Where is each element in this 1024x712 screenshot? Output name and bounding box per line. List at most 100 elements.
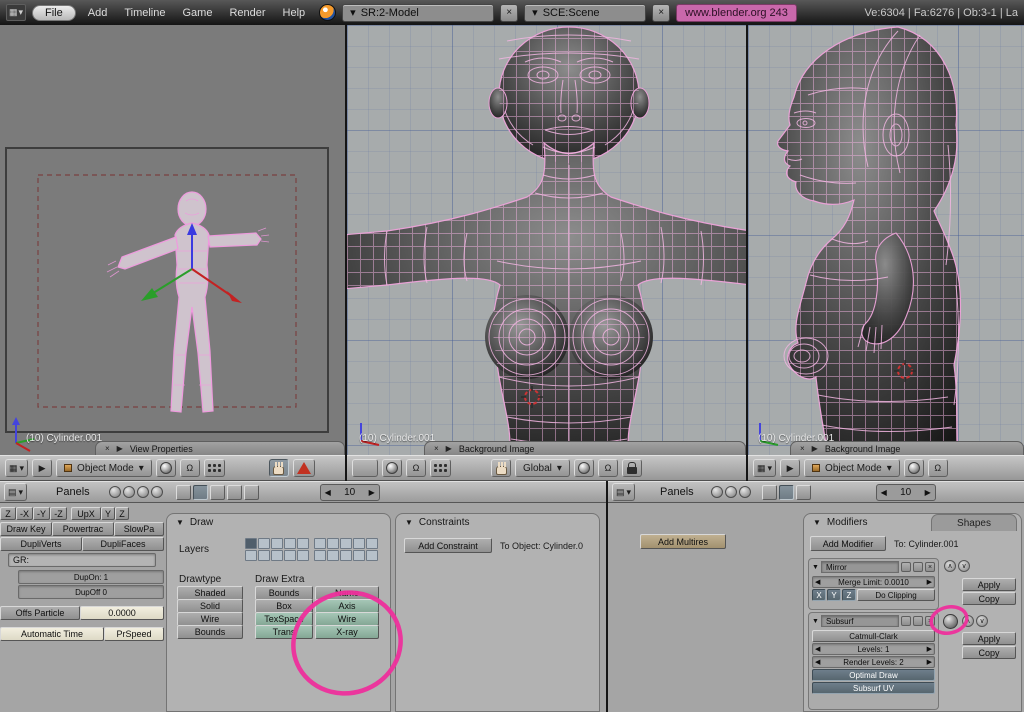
subcontext-icon-2[interactable] <box>192 484 208 500</box>
viewport-side[interactable]: (10) Cylinder.001 × ▶ Background Image <box>748 25 1024 455</box>
blender-org-link[interactable]: www.blender.org 243 <box>676 3 797 22</box>
pivot-button[interactable]: Ω <box>406 459 426 477</box>
powertrack-button[interactable]: Powertrac <box>52 522 114 536</box>
menu-expand-button[interactable]: ▶ <box>32 459 53 477</box>
decrement-icon[interactable]: ◀ <box>815 578 820 586</box>
frame-next-icon[interactable]: ▶ <box>921 488 935 497</box>
screen-close-button[interactable]: × <box>500 3 519 22</box>
editor-type-button[interactable]: ▤ ▾ <box>4 483 28 501</box>
mode-dropdown[interactable]: Object Mode ▾ <box>56 459 152 477</box>
pan-tool-button[interactable] <box>491 459 511 477</box>
mirror-copy-button[interactable]: Copy <box>962 592 1016 605</box>
context-world-icon[interactable] <box>738 486 751 498</box>
context-texture-icon[interactable] <box>150 486 163 498</box>
menu-add[interactable]: Add <box>88 7 108 19</box>
background-image-panel-tab[interactable]: × ▶ Background Image <box>790 441 1024 455</box>
lock-button[interactable] <box>621 459 642 477</box>
window-type-icon[interactable]: ▦ ▾ <box>6 4 26 21</box>
subcontext-icon-5[interactable] <box>243 484 259 500</box>
collapse-icon[interactable]: ▼ <box>176 518 184 527</box>
camera-view-canvas[interactable] <box>0 25 345 455</box>
editmode-toggle-icon[interactable] <box>913 562 923 572</box>
levels-field[interactable]: ◀ Levels: 1 ▶ <box>812 643 935 655</box>
mode-dropdown[interactable]: Object Mode ▾ <box>804 459 900 477</box>
viewport-front[interactable]: (10) Cylinder.001 × ▶ Background Image <box>347 25 746 455</box>
frame-stepper[interactable]: ◀ 10 ▶ <box>875 483 936 501</box>
automatic-time-button[interactable]: Automatic Time <box>0 627 104 641</box>
frame-next-icon[interactable]: ▶ <box>365 488 379 497</box>
subsurf-move-up-icon[interactable]: ∧ <box>962 615 974 627</box>
extra-trans-toggle[interactable]: Trans <box>255 625 313 639</box>
expand-icon[interactable]: ▶ <box>117 444 123 453</box>
close-icon[interactable]: × <box>800 444 805 453</box>
draw-key-button[interactable]: Draw Key <box>0 522 52 536</box>
extra-texspace-toggle[interactable]: TexSpace <box>255 612 313 626</box>
track-z-button[interactable]: Z <box>0 507 16 520</box>
frame-prev-icon[interactable]: ◀ <box>877 488 891 497</box>
frame-prev-icon[interactable]: ◀ <box>321 488 335 497</box>
context-material-icon[interactable] <box>122 486 135 498</box>
layers-widget[interactable] <box>203 459 225 477</box>
collapse-icon[interactable]: ▼ <box>812 564 819 571</box>
draw-mode-button[interactable] <box>903 459 924 477</box>
viewport-camera[interactable]: (10) Cylinder.001 × ▶ View Properties <box>0 25 345 455</box>
draw-mode-button[interactable] <box>382 459 402 477</box>
menu-expand-button[interactable]: ▶ <box>780 459 801 477</box>
snap-button[interactable] <box>573 459 594 477</box>
side-view-canvas[interactable] <box>748 25 1024 455</box>
subsurf-copy-button[interactable]: Copy <box>962 646 1016 659</box>
mirror-z-toggle[interactable]: Z <box>842 589 856 601</box>
duplifaces-button[interactable]: DupliFaces <box>82 537 164 551</box>
mirror-apply-button[interactable]: Apply <box>962 578 1016 591</box>
menu-help[interactable]: Help <box>283 7 306 19</box>
shapes-panel-tab[interactable]: Shapes <box>931 514 1017 531</box>
up-x-button[interactable]: UpX <box>71 507 101 520</box>
mirror-x-toggle[interactable]: X <box>812 589 826 601</box>
slow-parent-button[interactable]: SlowPa <box>114 522 164 536</box>
increment-icon[interactable]: ▶ <box>927 578 932 586</box>
decrement-icon[interactable]: ◀ <box>815 645 820 653</box>
editor-type-button[interactable]: ▦ ▾ <box>5 459 29 477</box>
collapse-icon[interactable]: ▼ <box>812 618 819 625</box>
extra-wire-toggle[interactable]: Wire <box>315 612 379 626</box>
subsurf-modifier-header[interactable]: ▼ Subsurf × <box>809 613 938 629</box>
layer-grid-2[interactable] <box>314 538 378 561</box>
editmode-toggle-icon[interactable] <box>913 616 923 626</box>
scene-selector[interactable]: ▾ SCE:Scene <box>524 3 647 22</box>
extra-bounds-dropdown[interactable]: Bounds <box>255 586 313 600</box>
mirror-move-down-icon[interactable]: ∨ <box>958 560 970 572</box>
extra-name-toggle[interactable]: Name <box>315 586 379 600</box>
pivot-button[interactable]: Ω <box>179 459 200 477</box>
close-icon[interactable]: × <box>434 444 439 453</box>
frame-stepper[interactable]: ◀ 10 ▶ <box>319 483 380 501</box>
track-negz-button[interactable]: -Z <box>50 507 67 520</box>
pivot-button[interactable]: Ω <box>927 459 948 477</box>
render-preview-button[interactable]: Ω <box>597 459 618 477</box>
render-toggle-icon[interactable] <box>901 562 911 572</box>
background-image-panel-tab[interactable]: × ▶ Background Image <box>424 441 746 455</box>
add-constraint-button[interactable]: Add Constraint <box>404 538 492 553</box>
offs-particle-toggle[interactable]: Offs Particle <box>0 606 80 620</box>
menu-render[interactable]: Render <box>229 7 265 19</box>
delete-modifier-icon[interactable]: × <box>925 616 935 626</box>
header-field[interactable] <box>352 459 378 477</box>
add-multires-button[interactable]: Add Multires <box>640 534 726 549</box>
drawtype-wire[interactable]: Wire <box>177 612 243 626</box>
offs-particle-value[interactable]: 0.0000 <box>80 606 164 620</box>
prspeed-button[interactable]: PrSpeed <box>104 627 164 641</box>
context-world-icon[interactable] <box>136 486 149 498</box>
transform-orientation-dropdown[interactable]: Global ▾ <box>515 459 570 477</box>
close-icon[interactable]: × <box>105 444 110 453</box>
subcontext-icon-3[interactable] <box>209 484 225 500</box>
group-field[interactable]: GR: <box>8 553 156 567</box>
merge-limit-field[interactable]: ◀ Merge Limit: 0.0010 ▶ <box>812 576 935 588</box>
editor-type-button[interactable]: ▦ ▾ <box>753 459 777 477</box>
draw-panel-header[interactable]: ▼ Draw <box>167 514 390 531</box>
subcontext-icon-1[interactable] <box>175 484 191 500</box>
modifier-name-field[interactable]: Mirror <box>820 561 899 573</box>
dup-off-field[interactable]: DupOff 0 <box>18 585 164 599</box>
constraints-panel-header[interactable]: ▼ Constraints <box>396 514 599 531</box>
up-y-button[interactable]: Y <box>101 507 115 520</box>
render-levels-field[interactable]: ◀ Render Levels: 2 ▶ <box>812 656 935 668</box>
mirror-y-toggle[interactable]: Y <box>827 589 841 601</box>
